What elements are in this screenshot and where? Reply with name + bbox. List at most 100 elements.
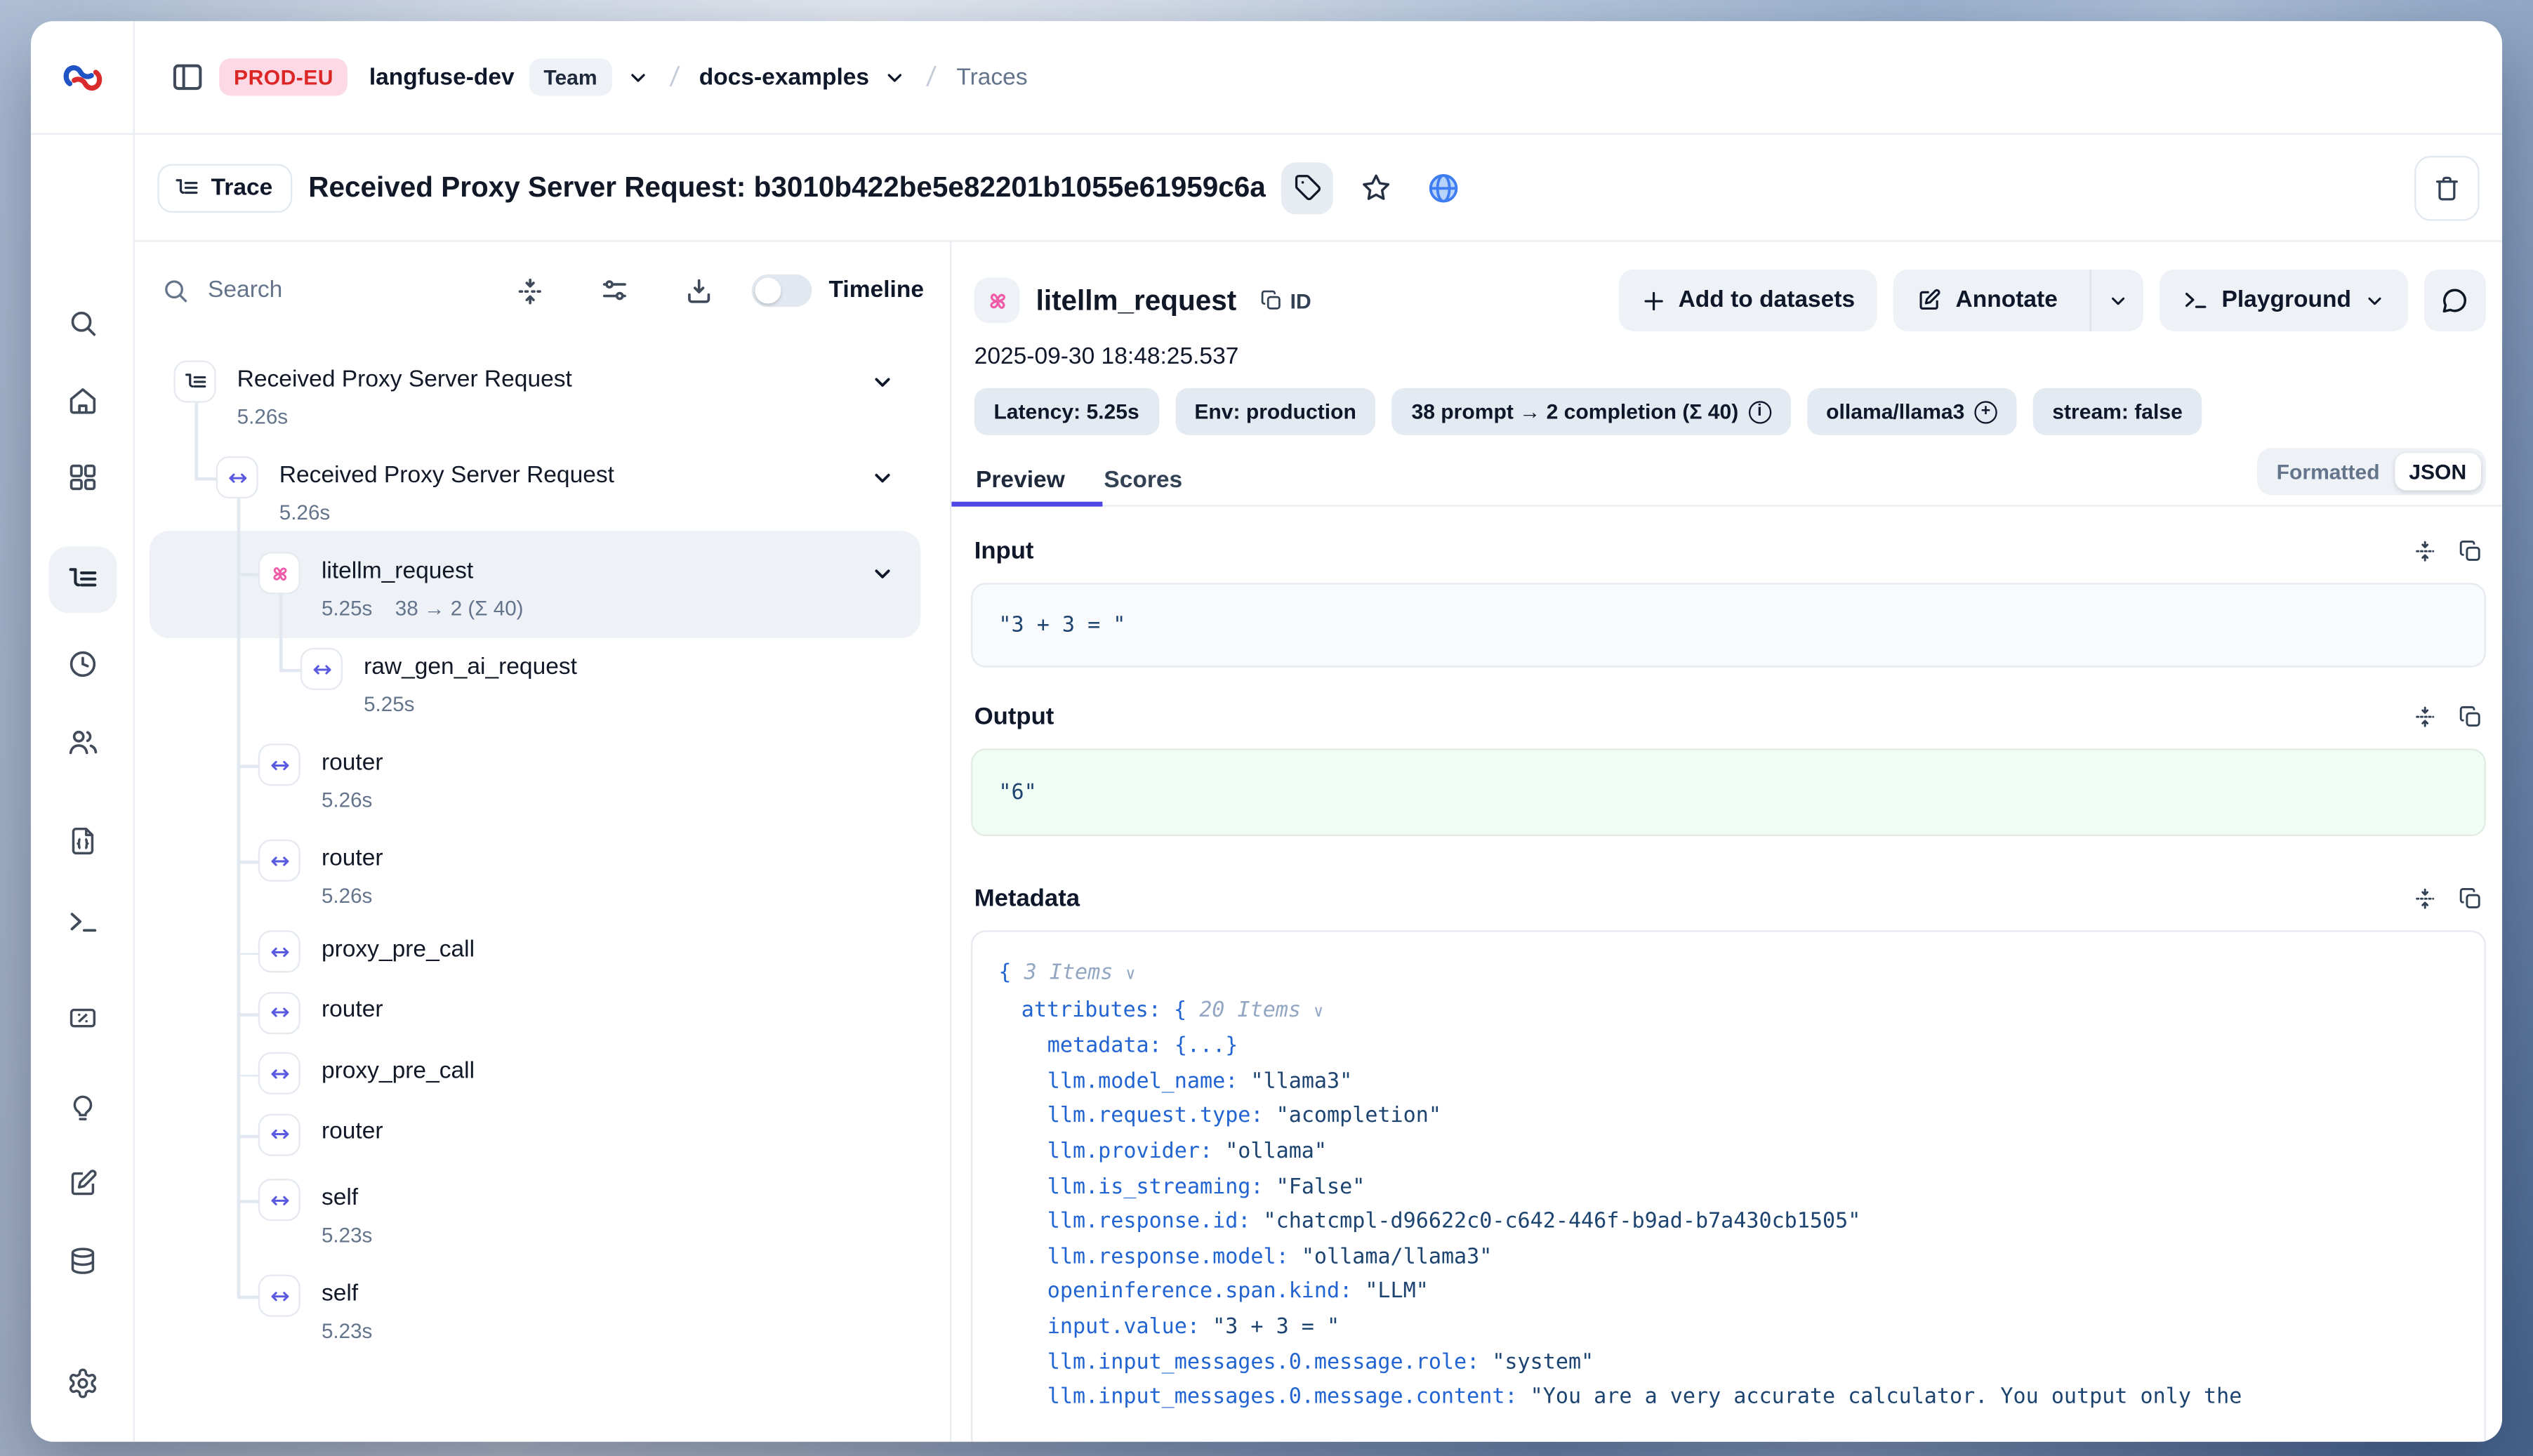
json-line: llm.is_streaming: "False"	[998, 1170, 2458, 1205]
observation-tree-panel: Search Timeline Received P	[135, 242, 951, 1442]
tree-row[interactable]: self5.23s	[135, 1262, 950, 1357]
tags-button[interactable]	[1282, 161, 1334, 213]
timeline-toggle[interactable]	[753, 274, 813, 307]
input-content: "3 + 3 = "	[971, 583, 2486, 667]
tree-search-input[interactable]: Search	[161, 276, 462, 305]
tree-row[interactable]: Received Proxy Server Request5.26s	[135, 348, 950, 443]
observation-badge[interactable]: ollama/llama3+	[1806, 388, 2016, 435]
copy-section-icon[interactable]	[2459, 539, 2483, 564]
delete-trace-button[interactable]	[2414, 155, 2480, 220]
metadata-json-viewer[interactable]: { 3 Items ∨attributes: { 20 Items ∨metad…	[971, 930, 2486, 1442]
observation-badges: Latency: 5.25s Env: production 38 prompt →…	[974, 388, 2502, 435]
detail-tabs: Preview Scores Formatted JSON	[951, 455, 2502, 507]
breadcrumb-section[interactable]: Traces	[956, 64, 1027, 90]
chevron-down-icon[interactable]	[871, 562, 895, 586]
tree-row[interactable]: proxy_pre_call	[135, 1044, 950, 1105]
tree-row[interactable]: litellm_request5.25s38 → 2 (Σ 40)	[135, 539, 950, 635]
span-arrows-icon	[258, 840, 300, 882]
trace-tree-icon	[173, 360, 216, 402]
observation-badge[interactable]: 38 prompt → 2 completion (Σ 40)i	[1392, 388, 1791, 435]
tree-row[interactable]: router	[135, 983, 950, 1044]
metadata-section-label: Metadata	[974, 885, 1080, 912]
settings-gear-icon[interactable]	[66, 1367, 98, 1399]
trace-title-bar: Trace Received Proxy Server Request: b30…	[135, 135, 2502, 242]
trace-title: Received Proxy Server Request: b3010b422…	[308, 171, 1266, 205]
format-option-formatted[interactable]: Formatted	[2262, 453, 2395, 490]
copy-id-button[interactable]: ID	[1259, 289, 1311, 313]
datasets-database-icon[interactable]	[66, 1245, 98, 1278]
breadcrumb-separator: /	[668, 61, 680, 93]
copy-section-icon[interactable]	[2459, 887, 2483, 911]
tree-row[interactable]: Received Proxy Server Request5.26s	[135, 443, 950, 538]
search-placeholder: Search	[208, 277, 282, 303]
tree-row-duration: 5.25s	[364, 691, 414, 716]
insights-lightbulb-icon[interactable]	[66, 1093, 98, 1125]
chevron-down-icon[interactable]	[871, 466, 895, 491]
environment-badge[interactable]: PROD-EU	[219, 58, 348, 95]
tree-row[interactable]: router5.26s	[135, 826, 950, 922]
comments-button[interactable]	[2424, 270, 2486, 331]
langfuse-logo-icon[interactable]	[62, 59, 102, 95]
org-name[interactable]: langfuse-dev	[369, 64, 515, 90]
project-chevron-down-icon[interactable]	[884, 66, 906, 88]
tree-row[interactable]: raw_gen_ai_request 5.25s	[135, 635, 950, 730]
bookmark-star-button[interactable]	[1350, 161, 1402, 213]
annotation-queues-icon[interactable]	[66, 1167, 98, 1200]
tree-row[interactable]: self 5.23s	[135, 1166, 950, 1262]
detail-scroll-area[interactable]: Input "3 + 3 = " Output	[951, 507, 2502, 1442]
span-arrows-icon	[258, 1052, 300, 1094]
top-header: PROD-EU langfuse-dev Team / docs-example…	[135, 21, 2502, 135]
add-to-datasets-button[interactable]: Add to datasets	[1618, 270, 1878, 331]
tree-row-title: raw_gen_ai_request	[364, 654, 577, 680]
trace-type-badge[interactable]: Trace	[157, 163, 292, 211]
sidebar-nav	[31, 135, 135, 1442]
observation-timestamp: 2025-09-30 18:48:25.537	[974, 344, 2502, 370]
collapse-section-icon[interactable]	[2413, 705, 2438, 729]
tree-row-title: proxy_pre_call	[322, 936, 475, 962]
evaluation-icon[interactable]	[66, 1002, 98, 1034]
tree-row[interactable]: proxy_pre_call	[135, 922, 950, 984]
tree-row-duration: 5.26s	[322, 788, 372, 812]
tree-row[interactable]: router5.26s	[135, 731, 950, 826]
plus-circle-icon[interactable]: +	[1974, 400, 1997, 423]
tree-row-duration: 5.26s	[279, 500, 330, 524]
tracing-icon[interactable]	[66, 564, 98, 596]
copy-section-icon[interactable]	[2459, 705, 2483, 729]
chevron-down-icon[interactable]	[871, 370, 895, 395]
annotate-dropdown-chevron[interactable]	[2090, 270, 2143, 331]
breadcrumb-project[interactable]: docs-examples	[699, 64, 869, 90]
tree-row-title: self	[322, 1185, 358, 1211]
prompts-icon[interactable]	[66, 825, 98, 857]
tab-scores[interactable]: Scores	[1104, 467, 1182, 493]
collapse-section-icon[interactable]	[2413, 887, 2438, 911]
dashboard-icon[interactable]	[66, 461, 98, 494]
tree-row[interactable]: router	[135, 1105, 950, 1166]
observation-detail-panel: litellm_request ID Add to datasets	[951, 242, 2502, 1442]
annotate-button[interactable]: Annotate	[1894, 270, 2144, 331]
json-line: llm.response.id: "chatcmpl-d96622c0-c642…	[998, 1205, 2458, 1240]
sessions-clock-icon[interactable]	[66, 648, 98, 680]
tree-row-duration: 5.23s	[322, 1223, 372, 1247]
public-globe-icon[interactable]	[1418, 161, 1470, 213]
json-line: openinference.span.kind: "LLM"	[998, 1275, 2458, 1310]
filter-settings-icon[interactable]	[600, 275, 630, 306]
playground-terminal-icon[interactable]	[66, 906, 98, 939]
tab-preview[interactable]: Preview	[976, 467, 1065, 493]
download-icon[interactable]	[684, 275, 715, 306]
collapse-all-icon[interactable]	[515, 275, 546, 306]
org-chevron-down-icon[interactable]	[626, 66, 649, 88]
org-type-badge: Team	[529, 58, 612, 95]
playground-button[interactable]: Playground	[2160, 270, 2408, 331]
info-circle-icon[interactable]: i	[1748, 400, 1771, 423]
search-icon[interactable]	[66, 307, 98, 339]
home-icon[interactable]	[66, 385, 98, 417]
format-option-json[interactable]: JSON	[2394, 453, 2481, 490]
support-lifebuoy-icon[interactable]	[66, 1440, 98, 1441]
sidebar-toggle-icon[interactable]	[171, 60, 205, 95]
span-arrows-icon	[258, 1275, 300, 1317]
observation-badge[interactable]: Latency: 5.25s	[974, 388, 1159, 435]
users-icon[interactable]	[66, 726, 98, 758]
collapse-section-icon[interactable]	[2413, 539, 2438, 564]
observation-badge[interactable]: stream: false	[2033, 388, 2202, 435]
observation-badge[interactable]: Env: production	[1175, 388, 1376, 435]
